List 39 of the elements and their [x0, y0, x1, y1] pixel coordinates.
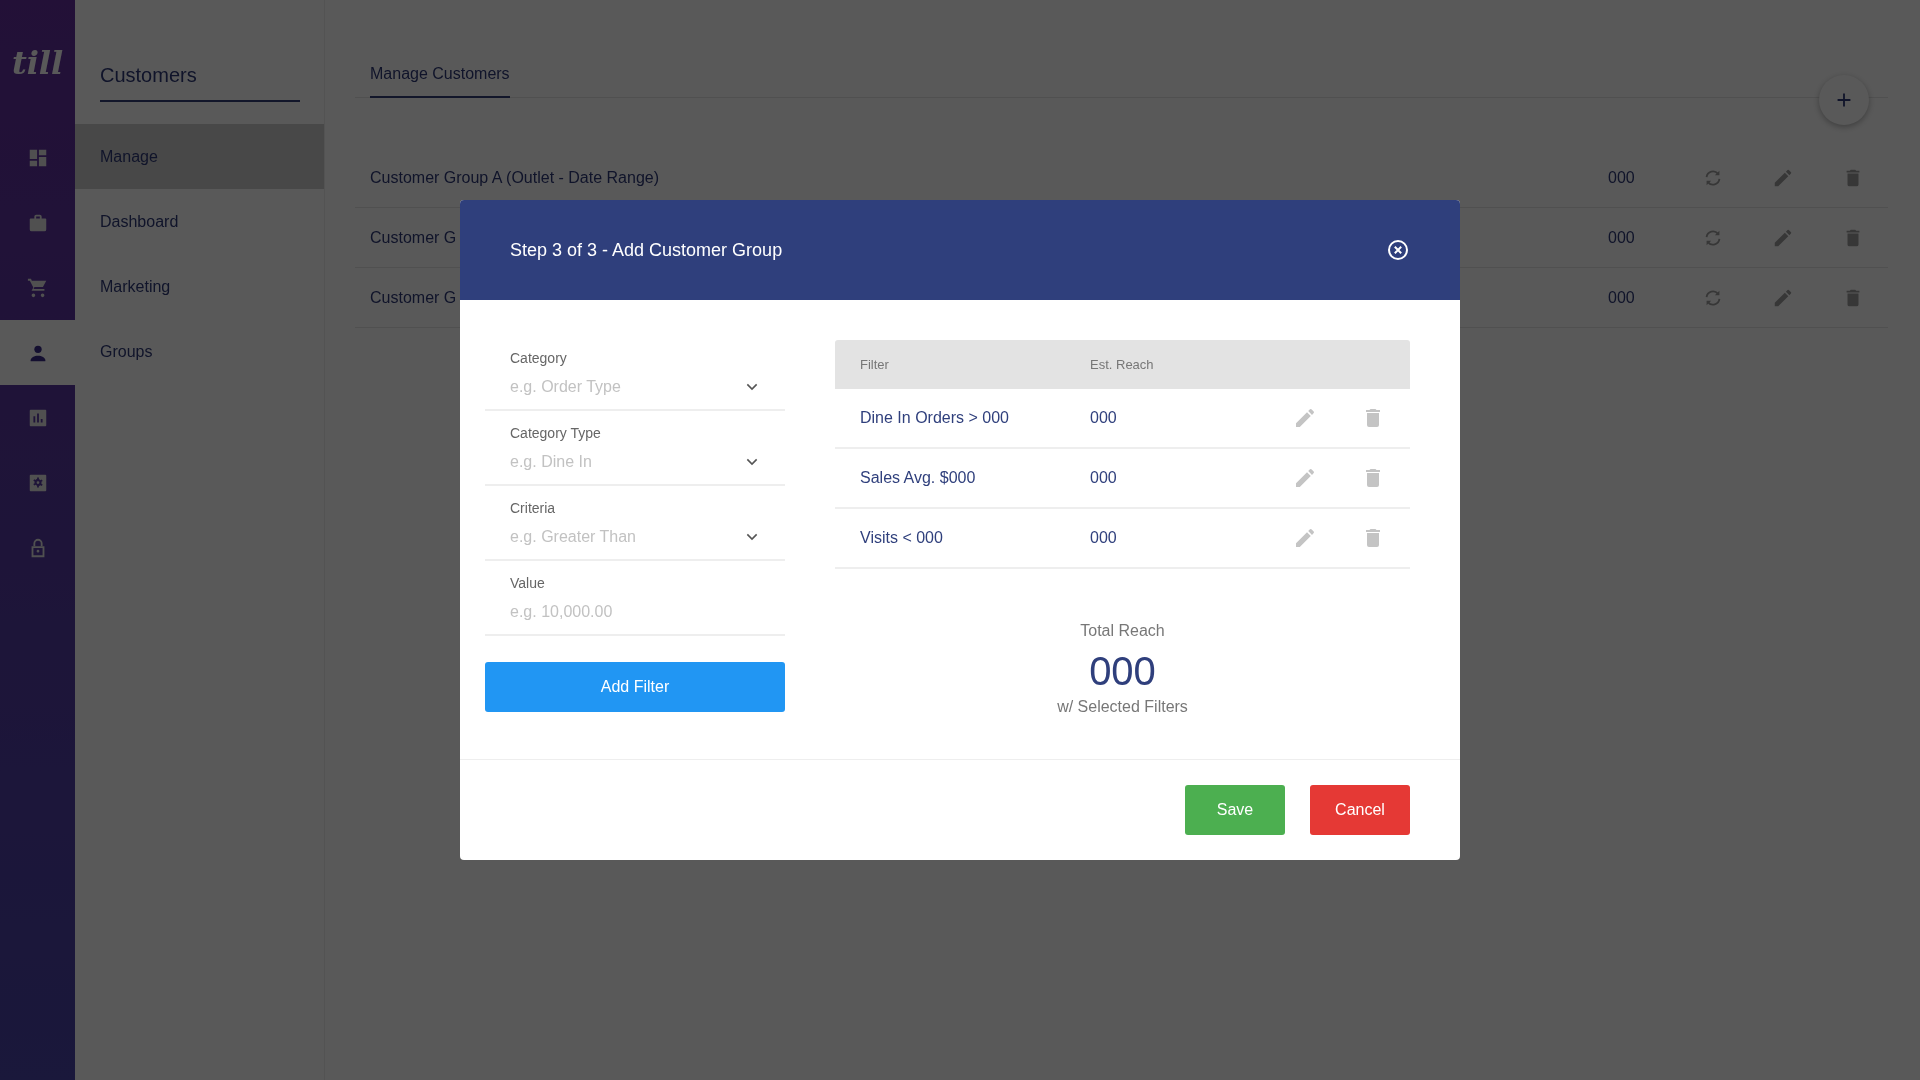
app-logo: till	[10, 42, 65, 84]
group-count: 000	[1608, 227, 1636, 248]
close-icon	[1386, 238, 1410, 262]
field-label: Category	[509, 349, 568, 368]
field-label: Criteria	[509, 499, 557, 518]
total-reach-caption: w/ Selected Filters	[1056, 697, 1189, 717]
group-count: 000	[1608, 167, 1636, 188]
table-cell-text: 000	[1090, 528, 1118, 548]
cancel-button[interactable]: Cancel	[1310, 785, 1410, 835]
group-name: Customer G	[370, 287, 457, 308]
table-cell-text: 000	[1090, 468, 1118, 488]
add-filter-button[interactable]: Add Filter	[485, 662, 785, 712]
tab[interactable]: Manage Customers	[370, 62, 510, 98]
sidebar-item[interactable]: Groups	[75, 319, 324, 384]
total-reach-label: Total Reach	[1079, 621, 1166, 641]
save-button[interactable]: Save	[1185, 785, 1285, 835]
group-count: 000	[1608, 287, 1636, 308]
sidebar-item[interactable]: Dashboard	[75, 189, 324, 254]
sidebar-title: Customers	[100, 60, 300, 102]
dialog-title: Step 3 of 3 - Add Customer Group	[510, 238, 783, 262]
table-cell-text: 000	[1090, 408, 1118, 428]
total-reach-value: 000	[1088, 648, 1157, 695]
table-cell-text: Sales Avg. $000	[860, 468, 977, 488]
sidebar-item[interactable]: Manage	[75, 124, 324, 189]
column-header: Est. Reach	[1090, 355, 1155, 374]
group-name: Customer G	[370, 227, 457, 248]
field-label: Category Type	[509, 424, 602, 443]
cart-icon	[26, 276, 49, 299]
table-cell-text: Dine In Orders > 000	[860, 408, 1010, 428]
field-label: Value	[509, 574, 546, 593]
sidebar-item[interactable]: Marketing	[75, 254, 324, 319]
pencil-icon[interactable]	[1293, 526, 1317, 550]
table-cell-text: Visits < 000	[860, 528, 944, 548]
group-name: Customer Group A (Outlet - Date Range)	[370, 167, 659, 188]
rail-nav-button[interactable]	[0, 320, 75, 385]
pencil-icon[interactable]	[1293, 466, 1317, 490]
column-header: Filter	[860, 355, 890, 374]
pencil-icon[interactable]	[1293, 406, 1317, 430]
close-button[interactable]	[1386, 238, 1410, 262]
